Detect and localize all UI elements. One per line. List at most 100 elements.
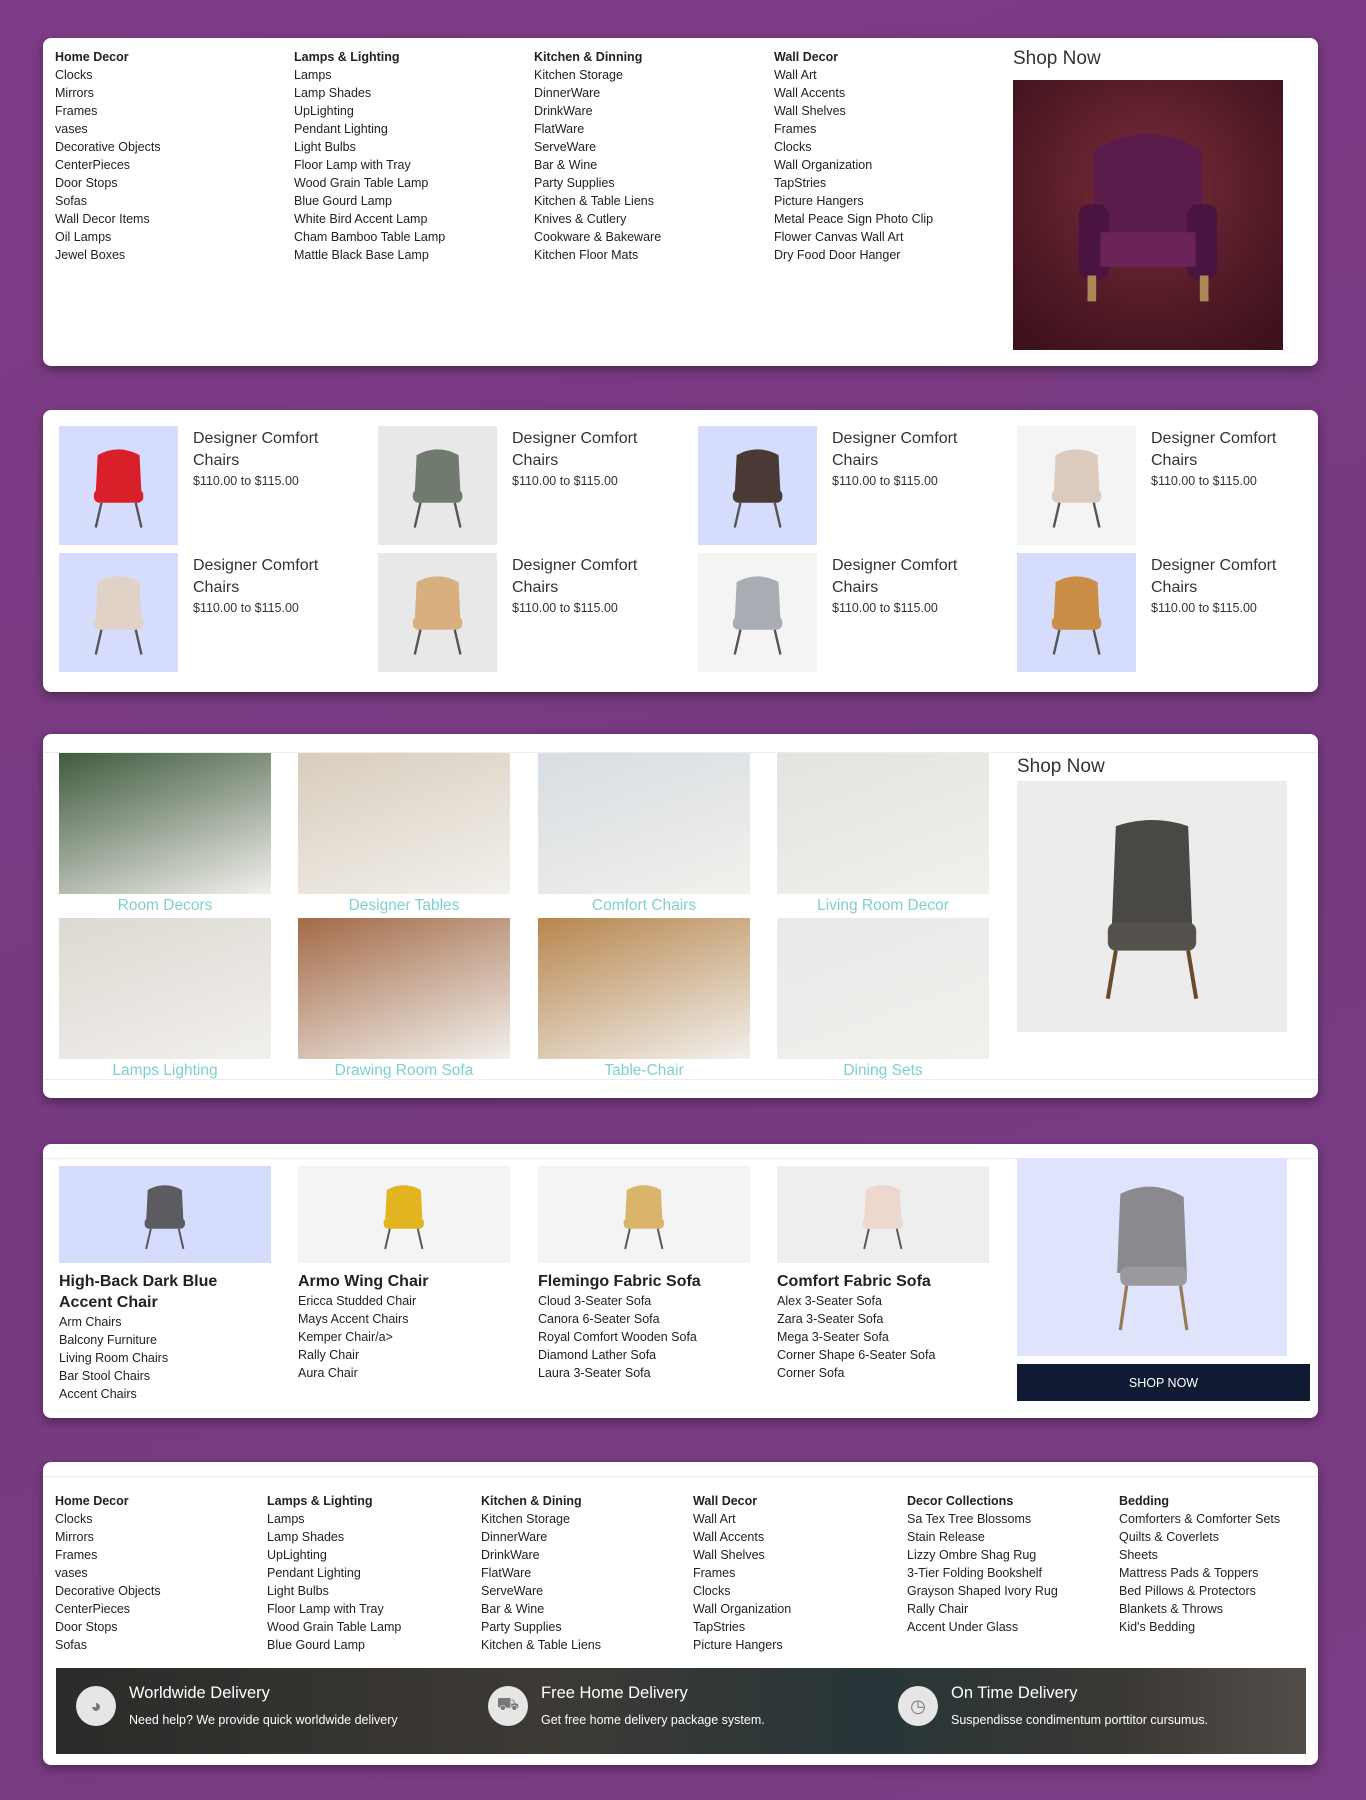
gallery-image[interactable] — [538, 918, 750, 1059]
menu-link[interactable]: Wall Decor Items — [55, 210, 161, 228]
menu-link[interactable]: Mattle Black Base Lamp — [294, 246, 445, 264]
footer-link[interactable]: Grayson Shaped Ivory Rug — [907, 1582, 1058, 1600]
product-title[interactable]: Designer Comfort Chairs — [832, 555, 982, 599]
menu-link[interactable]: Dry Food Door Hanger — [774, 246, 933, 264]
product-card[interactable]: Designer Comfort Chairs $110.00 to $115.0… — [59, 553, 359, 673]
menu-link[interactable]: Decorative Objects — [55, 138, 161, 156]
category-link[interactable]: Kemper Chair/a> — [298, 1328, 510, 1346]
menu-link[interactable]: FlatWare — [534, 120, 661, 138]
footer-link[interactable]: Wall Accents — [693, 1528, 791, 1546]
gallery-image[interactable] — [298, 918, 510, 1059]
gallery-tile[interactable]: Lamps Lighting — [59, 918, 271, 1080]
footer-link[interactable]: Party Supplies — [481, 1618, 601, 1636]
product-card[interactable]: Designer Comfort Chairs $110.00 to $115.0… — [378, 426, 678, 546]
menu-link[interactable]: DinnerWare — [534, 84, 661, 102]
category-link[interactable]: Zara 3-Seater Sofa — [777, 1310, 989, 1328]
gallery-image[interactable] — [777, 753, 989, 894]
gallery-image[interactable] — [298, 753, 510, 894]
category-image[interactable] — [298, 1166, 510, 1263]
category-title[interactable]: High-Back Dark Blue Accent Chair — [59, 1271, 271, 1313]
menu-link[interactable]: Lamps — [294, 66, 445, 84]
product-image[interactable] — [698, 426, 817, 545]
category-image[interactable] — [59, 1166, 271, 1263]
footer-link[interactable]: Blue Gourd Lamp — [267, 1636, 401, 1654]
product-title[interactable]: Designer Comfort Chairs — [193, 555, 343, 599]
menu-link[interactable]: ServeWare — [534, 138, 661, 156]
gallery-image[interactable] — [777, 918, 989, 1059]
menu-link[interactable]: Party Supplies — [534, 174, 661, 192]
footer-link[interactable]: Sheets — [1119, 1546, 1280, 1564]
footer-link[interactable]: Frames — [693, 1564, 791, 1582]
dining-chair-promo-image[interactable] — [1017, 781, 1287, 1032]
gallery-label[interactable]: Dining Sets — [777, 1062, 989, 1080]
gallery-tile[interactable]: Drawing Room Sofa — [298, 918, 510, 1080]
footer-link[interactable]: Lizzy Ombre Shag Rug — [907, 1546, 1058, 1564]
armchair-promo-image[interactable] — [1017, 1158, 1287, 1356]
footer-link[interactable]: Floor Lamp with Tray — [267, 1600, 401, 1618]
product-title[interactable]: Designer Comfort Chairs — [512, 428, 662, 472]
menu-link[interactable]: Clocks — [774, 138, 933, 156]
category-link[interactable]: Ericca Studded Chair — [298, 1292, 510, 1310]
gallery-tile[interactable]: Living Room Decor — [777, 753, 989, 915]
gallery-image[interactable] — [59, 918, 271, 1059]
footer-link[interactable]: DinnerWare — [481, 1528, 601, 1546]
product-image[interactable] — [59, 426, 178, 545]
menu-link[interactable]: Flower Canvas Wall Art — [774, 228, 933, 246]
gallery-label[interactable]: Table-Chair — [538, 1062, 750, 1080]
category-link[interactable]: Laura 3-Seater Sofa — [538, 1364, 750, 1382]
product-image[interactable] — [1017, 553, 1136, 672]
footer-link[interactable]: Lamp Shades — [267, 1528, 401, 1546]
footer-link[interactable]: Mirrors — [55, 1528, 161, 1546]
menu-link[interactable]: Cham Bamboo Table Lamp — [294, 228, 445, 246]
gallery-label[interactable]: Drawing Room Sofa — [298, 1062, 510, 1080]
product-title[interactable]: Designer Comfort Chairs — [1151, 555, 1301, 599]
product-card[interactable]: Designer Comfort Chairs $110.00 to $115.0… — [698, 426, 998, 546]
menu-link[interactable]: Wall Accents — [774, 84, 933, 102]
menu-link[interactable]: Picture Hangers — [774, 192, 933, 210]
menu-link[interactable]: Floor Lamp with Tray — [294, 156, 445, 174]
category-title[interactable]: Armo Wing Chair — [298, 1271, 510, 1292]
gallery-label[interactable]: Comfort Chairs — [538, 897, 750, 915]
footer-link[interactable]: Bed Pillows & Protectors — [1119, 1582, 1280, 1600]
footer-link[interactable]: Sofas — [55, 1636, 161, 1654]
category-link[interactable]: Living Room Chairs — [59, 1349, 271, 1367]
category-link[interactable]: Balcony Furniture — [59, 1331, 271, 1349]
menu-link[interactable]: Bar & Wine — [534, 156, 661, 174]
menu-link[interactable]: Lamp Shades — [294, 84, 445, 102]
footer-link[interactable]: TapStries — [693, 1618, 791, 1636]
menu-link[interactable]: Oil Lamps — [55, 228, 161, 246]
menu-link[interactable]: Wall Art — [774, 66, 933, 84]
product-image[interactable] — [1017, 426, 1136, 545]
category-link[interactable]: Royal Comfort Wooden Sofa — [538, 1328, 750, 1346]
category-link[interactable]: Aura Chair — [298, 1364, 510, 1382]
footer-link[interactable]: Quilts & Coverlets — [1119, 1528, 1280, 1546]
gallery-tile[interactable]: Dining Sets — [777, 918, 989, 1080]
product-image[interactable] — [378, 426, 497, 545]
gallery-tile[interactable]: Designer Tables — [298, 753, 510, 915]
menu-link[interactable]: Metal Peace Sign Photo Clip — [774, 210, 933, 228]
menu-link[interactable]: Frames — [55, 102, 161, 120]
footer-link[interactable]: Door Stops — [55, 1618, 161, 1636]
category-link[interactable]: Mega 3-Seater Sofa — [777, 1328, 989, 1346]
gallery-tile[interactable]: Table-Chair — [538, 918, 750, 1080]
gallery-image[interactable] — [538, 753, 750, 894]
footer-link[interactable]: ServeWare — [481, 1582, 601, 1600]
menu-link[interactable]: CenterPieces — [55, 156, 161, 174]
menu-link[interactable]: Kitchen Storage — [534, 66, 661, 84]
armchair-promo-image[interactable] — [1013, 80, 1283, 350]
category-link[interactable]: Diamond Lather Sofa — [538, 1346, 750, 1364]
footer-link[interactable]: Kitchen Storage — [481, 1510, 601, 1528]
footer-link[interactable]: Rally Chair — [907, 1600, 1058, 1618]
menu-link[interactable]: Wood Grain Table Lamp — [294, 174, 445, 192]
menu-link[interactable]: TapStries — [774, 174, 933, 192]
category-link[interactable]: Arm Chairs — [59, 1313, 271, 1331]
menu-link[interactable]: Light Bulbs — [294, 138, 445, 156]
footer-link[interactable]: Clocks — [55, 1510, 161, 1528]
footer-link[interactable]: vases — [55, 1564, 161, 1582]
menu-link[interactable]: Clocks — [55, 66, 161, 84]
product-card[interactable]: Designer Comfort Chairs $110.00 to $115.0… — [1017, 426, 1317, 546]
footer-link[interactable]: Wall Art — [693, 1510, 791, 1528]
menu-link[interactable]: Jewel Boxes — [55, 246, 161, 264]
product-title[interactable]: Designer Comfort Chairs — [512, 555, 662, 599]
footer-link[interactable]: CenterPieces — [55, 1600, 161, 1618]
